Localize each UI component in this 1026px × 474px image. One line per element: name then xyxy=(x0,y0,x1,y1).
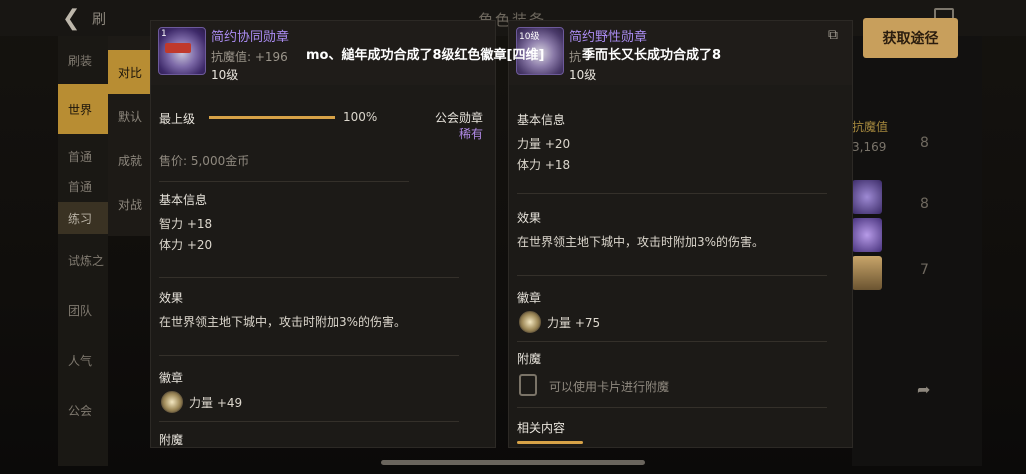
enchant-title: 附魔 xyxy=(517,352,542,366)
enchant-slot[interactable] xyxy=(519,374,537,396)
side-number: 8 xyxy=(920,196,929,212)
chat-message: 季而长又长成功合成了8 xyxy=(582,48,722,63)
chat-message: mo、縋年成功合成了8级红色徽章[四维] xyxy=(306,48,545,63)
divider xyxy=(517,275,827,276)
basic-stat: 智力 +18 xyxy=(159,217,213,231)
emblem-stat: 力量 +75 xyxy=(547,316,601,330)
enchant-title: 附魔 xyxy=(159,433,184,447)
side-stat-label: 抗魔值 xyxy=(852,120,889,134)
divider xyxy=(159,355,459,356)
category-item[interactable]: 首通 xyxy=(58,148,108,165)
basic-stat: 力量 +20 xyxy=(517,137,571,151)
level-progress-text: 100% xyxy=(343,110,378,124)
item-name: 简约野性勋章 xyxy=(569,30,648,45)
filter-compare[interactable]: 对比 xyxy=(108,50,152,94)
share-icon[interactable]: ➦ xyxy=(917,380,930,399)
divider xyxy=(159,421,459,422)
compare-panel-left: 1 简约协同勋章 抗魔值: +196 10级 最上级 100% 公会勋章 稀有 … xyxy=(150,20,496,448)
back-arrow-icon[interactable]: ❮ xyxy=(62,6,80,31)
category-list: 刷装 世界 首通 首通 练习 试炼之 团队 人气 公会 xyxy=(58,36,108,466)
side-stat-value: 3,169 xyxy=(852,140,887,154)
emblem-stat: 力量 +49 xyxy=(189,396,243,410)
price-text: 售价: 5,000金币 xyxy=(159,154,250,168)
divider xyxy=(159,277,459,278)
category-item-practice[interactable]: 练习 xyxy=(58,202,108,234)
filter-achievement[interactable]: 成就 xyxy=(108,138,152,182)
effect-title: 效果 xyxy=(517,211,542,225)
basic-info-title: 基本信息 xyxy=(517,113,566,127)
filter-battle[interactable]: 对战 xyxy=(108,182,152,226)
basic-stat: 体力 +18 xyxy=(517,158,571,172)
emblem-icon xyxy=(161,391,183,413)
item-level: 10级 xyxy=(569,68,597,82)
effect-text: 在世界领主地下城中，攻击时附加3%的伤害。 xyxy=(517,235,765,249)
edit-icon[interactable]: ⧉ xyxy=(828,27,838,43)
side-number: 7 xyxy=(920,262,929,278)
related-tab-indicator xyxy=(517,441,583,444)
divider xyxy=(517,341,827,342)
category-item[interactable]: 刷装 xyxy=(58,52,108,69)
emblem-title: 徽章 xyxy=(159,371,184,385)
level-progress-bar xyxy=(209,116,335,119)
icon-level: 1 xyxy=(161,29,167,39)
category-item[interactable]: 公会 xyxy=(58,402,108,419)
medal-icon: 1 xyxy=(158,27,206,75)
level-progress-fill xyxy=(209,116,335,119)
divider xyxy=(517,193,827,194)
rarity-label: 稀有 xyxy=(458,127,483,141)
home-indicator xyxy=(381,460,645,465)
category-item-world[interactable]: 世界 xyxy=(58,84,108,134)
category-item[interactable]: 试炼之 xyxy=(58,252,108,269)
filter-default[interactable]: 默认 xyxy=(108,94,152,138)
divider xyxy=(517,407,827,408)
category-item[interactable]: 人气 xyxy=(58,352,108,369)
emblem-icon xyxy=(519,311,541,333)
item-thumbnail[interactable] xyxy=(852,218,882,252)
effect-text: 在世界领主地下城中，攻击时附加3%的伤害。 xyxy=(159,315,407,329)
side-number: 8 xyxy=(920,135,929,151)
item-thumbnail[interactable] xyxy=(852,180,882,214)
guild-badge-label: 公会勋章 xyxy=(434,111,483,125)
item-name: 简约协同勋章 xyxy=(211,30,290,45)
max-level-label: 最上级 xyxy=(159,112,196,126)
icon-level: 10级 xyxy=(519,32,540,42)
basic-stat: 体力 +20 xyxy=(159,238,213,252)
category-item[interactable]: 团队 xyxy=(58,302,108,319)
item-thumbnail[interactable] xyxy=(852,256,882,290)
equipped-badge xyxy=(165,43,191,53)
get-source-button[interactable]: 获取途径 xyxy=(863,18,958,58)
item-attr: 抗魔值: +196 xyxy=(211,50,288,64)
basic-info-title: 基本信息 xyxy=(159,193,208,207)
divider xyxy=(159,181,409,182)
item-level: 10级 xyxy=(211,68,239,82)
emblem-title: 徽章 xyxy=(517,291,542,305)
category-item[interactable]: 首通 xyxy=(58,178,108,195)
effect-title: 效果 xyxy=(159,291,184,305)
enchant-hint: 可以使用卡片进行附魔 xyxy=(549,380,670,394)
filter-column: 对比 默认 成就 对战 xyxy=(108,36,152,236)
item-attr: 抗 xyxy=(569,50,582,64)
back-label: 刷 xyxy=(92,12,106,28)
compare-panel-right: 10级 简约野性勋章 抗 10级 ⧉ 基本信息 力量 +20 体力 +18 效果… xyxy=(508,20,853,448)
related-title: 相关内容 xyxy=(517,421,566,435)
